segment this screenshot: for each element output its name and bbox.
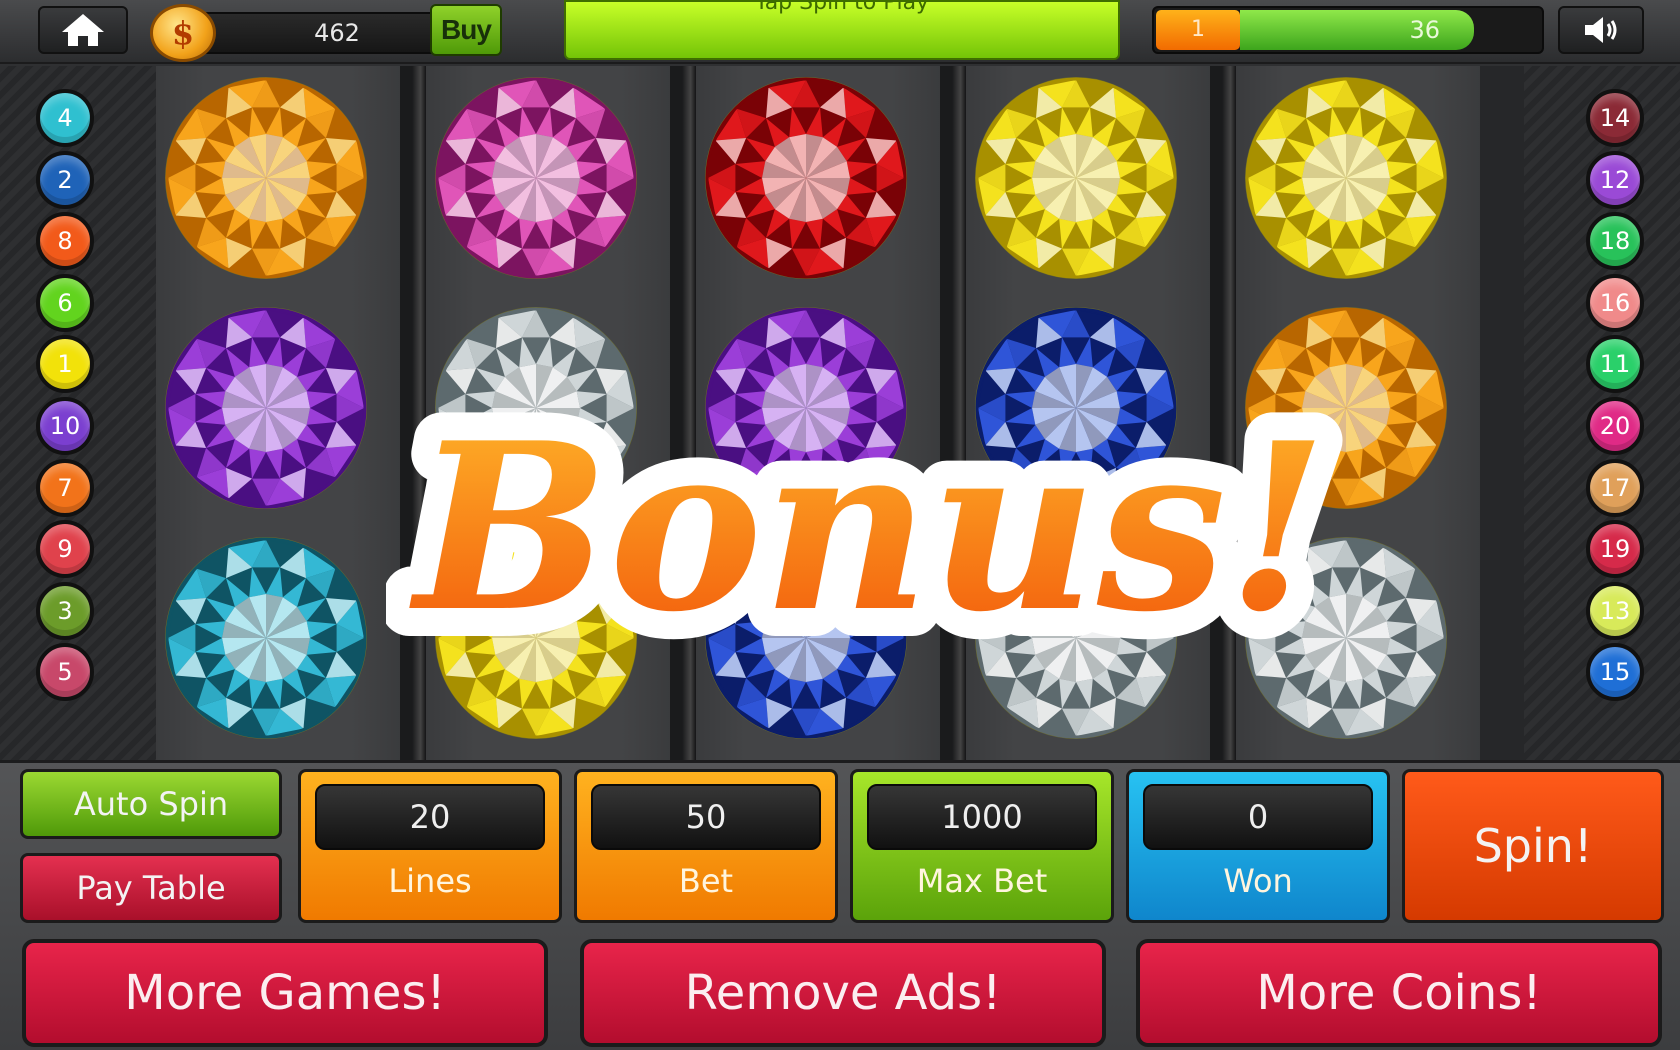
yellow-gem-icon [1239, 76, 1453, 280]
lines-label: Lines [388, 862, 472, 900]
pay-table-button[interactable]: Pay Table [20, 853, 282, 923]
lines-value: 20 [315, 784, 545, 850]
payline-badge-12: 12 [1586, 150, 1644, 209]
payline-badge-19: 19 [1586, 520, 1644, 579]
purple-gem-icon [159, 306, 373, 510]
bonus-text: Bonus! [409, 393, 1328, 663]
yellow-gem-icon [969, 76, 1183, 280]
bet-selector[interactable]: 50 Bet [574, 769, 838, 923]
payline-badge-8: 8 [36, 212, 94, 271]
pink-gem-icon [429, 76, 643, 280]
payline-badge-5: 5 [36, 643, 94, 702]
teal-gem-icon [159, 536, 373, 740]
payline-badge-16: 16 [1586, 273, 1644, 332]
won-value: 0 [1143, 784, 1373, 850]
controls-panel: Auto Spin Pay Table 20 Lines 50 Bet 1000… [0, 760, 1680, 1050]
top-bar: 462 $ Buy Tap Spin to Play 1 36 [0, 0, 1680, 64]
xp-bar: 36 [1240, 10, 1540, 50]
payline-badge-6: 6 [36, 273, 94, 332]
bet-value: 50 [591, 784, 821, 850]
payline-badge-18: 18 [1586, 212, 1644, 271]
more-coins-button[interactable]: More Coins! [1136, 939, 1662, 1047]
payline-badge-4: 4 [36, 89, 94, 147]
slot-machine-screen: { "topbar": { "coins": "462", "buy_label… [0, 0, 1680, 1050]
left-paylines: 4 2 8 6 1 10 7 9 3 5 [0, 66, 156, 760]
payline-badge-14: 14 [1586, 89, 1644, 147]
reel-1 [156, 66, 400, 760]
buy-button[interactable]: Buy [430, 4, 502, 56]
remove-ads-button[interactable]: Remove Ads! [580, 939, 1106, 1047]
sound-toggle-button[interactable] [1558, 6, 1644, 54]
payline-badge-2: 2 [36, 150, 94, 209]
dollar-coin-icon: $ [150, 4, 216, 62]
right-paylines: 14 12 18 16 11 20 17 19 13 15 [1524, 66, 1680, 760]
spin-button[interactable]: Spin! [1402, 769, 1664, 923]
won-label: Won [1223, 862, 1293, 900]
xp-value: 36 [1409, 16, 1440, 44]
speaker-icon [1585, 17, 1617, 43]
max-bet-button[interactable]: 1000 Max Bet [850, 769, 1114, 923]
auto-spin-button[interactable]: Auto Spin [20, 769, 282, 839]
red-gem-icon [699, 76, 913, 280]
level-progress: 1 36 [1152, 6, 1544, 54]
payline-badge-7: 7 [36, 458, 94, 517]
more-games-button[interactable]: More Games! [22, 939, 548, 1047]
orange-gem-icon [159, 76, 373, 280]
status-message-text: Tap Spin to Play [754, 0, 930, 15]
payline-badge-10: 10 [36, 397, 94, 455]
payline-badge-17: 17 [1586, 458, 1644, 517]
coin-count: 462 [314, 19, 360, 47]
payline-badge-13: 13 [1586, 581, 1644, 640]
lines-selector[interactable]: 20 Lines [298, 769, 562, 923]
coin-balance: 462 $ Buy [150, 4, 502, 62]
payline-badge-11: 11 [1586, 335, 1644, 394]
level-number: 1 [1156, 10, 1240, 50]
max-bet-label: Max Bet [916, 862, 1048, 900]
home-button[interactable] [38, 6, 128, 54]
reels-area: 4 2 8 6 1 10 7 9 3 5 14 12 18 16 11 20 17 19 13 15 Bonus! … [0, 66, 1680, 760]
won-display: 0 Won [1126, 769, 1390, 923]
payline-badge-9: 9 [36, 520, 94, 579]
max-bet-value: 1000 [867, 784, 1097, 850]
payline-badge-3: 3 [36, 581, 94, 640]
bet-label: Bet [678, 862, 734, 900]
payline-badge-15: 15 [1586, 643, 1644, 702]
status-message: Tap Spin to Play [564, 0, 1120, 60]
bonus-banner: Bonus! Bonus! [386, 378, 1355, 691]
payline-badge-20: 20 [1586, 397, 1644, 455]
home-icon [62, 14, 104, 46]
payline-badge-1: 1 [36, 335, 94, 394]
